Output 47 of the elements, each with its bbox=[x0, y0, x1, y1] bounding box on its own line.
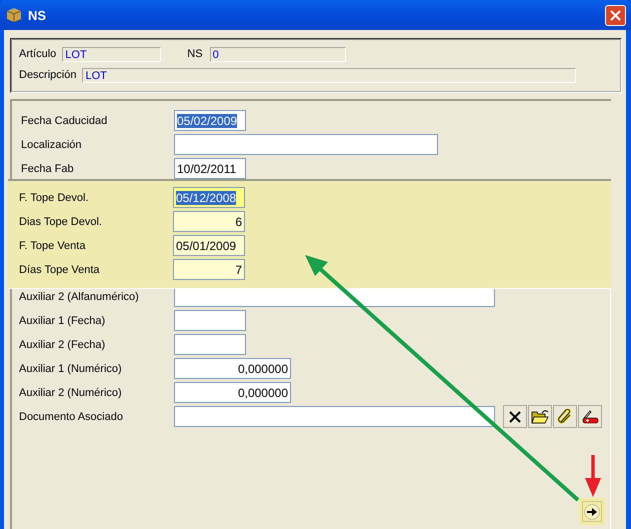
readonly-field: 0 bbox=[210, 46, 346, 62]
input-field[interactable] bbox=[174, 310, 246, 331]
field-label: Descripción bbox=[19, 69, 76, 81]
readonly-field: LOT bbox=[82, 68, 576, 82]
input-field[interactable]: 6 bbox=[173, 211, 245, 232]
input-field[interactable]: 0,000000 bbox=[174, 382, 291, 403]
input-field[interactable]: 7 bbox=[173, 259, 245, 280]
field-label: Auxiliar 2 (Fecha) bbox=[19, 338, 106, 350]
field-label: Localización bbox=[21, 138, 83, 150]
marker-arrow bbox=[585, 455, 601, 497]
input-field[interactable]: 05/12/2008 bbox=[173, 187, 245, 208]
field-label: Documento Asociado bbox=[19, 410, 124, 422]
field-label: NS bbox=[187, 48, 203, 60]
paperclip-icon bbox=[557, 408, 573, 424]
input-field[interactable] bbox=[174, 406, 495, 427]
next-button[interactable] bbox=[579, 498, 605, 525]
field-label: F. Tope Venta bbox=[19, 240, 86, 252]
input-field[interactable] bbox=[174, 289, 495, 307]
close-button[interactable] bbox=[605, 4, 626, 26]
field-label: Auxiliar 2 (Alfanumérico) bbox=[19, 290, 140, 302]
toolbar-button[interactable] bbox=[528, 405, 552, 428]
readonly-field: LOT bbox=[62, 46, 162, 62]
input-field[interactable]: 10/02/2011 bbox=[174, 158, 246, 179]
field-label: Fecha Caducidad bbox=[21, 114, 108, 126]
field-label: F. Tope Devol. bbox=[19, 192, 90, 204]
window-title: NS bbox=[28, 8, 48, 22]
close-icon bbox=[610, 10, 621, 20]
input-field[interactable]: 05/01/2009 bbox=[173, 235, 245, 256]
input-field[interactable]: 0,000000 bbox=[174, 358, 291, 379]
arrow-right-icon bbox=[584, 504, 600, 520]
input-field[interactable] bbox=[174, 334, 246, 355]
field-label: Auxiliar 1 (Fecha) bbox=[19, 314, 106, 326]
package-icon bbox=[6, 7, 22, 23]
field-label: Dias Tope Devol. bbox=[19, 216, 103, 228]
input-field[interactable] bbox=[174, 134, 438, 155]
folder-icon bbox=[531, 409, 549, 424]
input-field[interactable]: 05/02/2009 bbox=[174, 110, 246, 131]
delete-icon bbox=[508, 410, 522, 424]
toolbar-button[interactable] bbox=[578, 405, 602, 428]
field-label: Días Tope Venta bbox=[19, 264, 101, 276]
field-label: Artículo bbox=[19, 48, 56, 60]
toolbar-button[interactable] bbox=[553, 405, 577, 428]
field-label: Fecha Fab bbox=[21, 162, 75, 174]
field-label: Auxiliar 2 (Numérico) bbox=[19, 386, 123, 398]
toolbar-button[interactable] bbox=[503, 405, 527, 428]
knife-icon bbox=[581, 410, 599, 424]
field-label: Auxiliar 1 (Numérico) bbox=[19, 362, 123, 374]
